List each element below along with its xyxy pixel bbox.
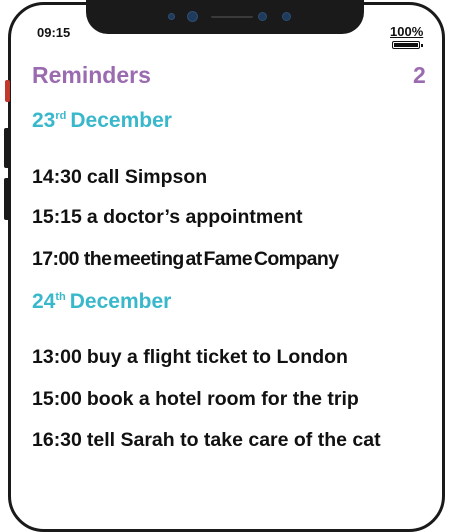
battery-full-icon bbox=[392, 41, 423, 49]
mute-switch bbox=[5, 80, 10, 102]
date-header: 24th December bbox=[32, 290, 172, 313]
reminder-task: buy a flight ticket to London bbox=[86, 346, 348, 368]
reminder-time: 17:00 bbox=[32, 248, 79, 270]
reminder-time: 15:00 bbox=[32, 388, 82, 410]
reminder-item[interactable]: 17:00 the meeting at Fame Company bbox=[32, 248, 432, 271]
reminder-task: call Simpson bbox=[86, 166, 208, 188]
notch bbox=[86, 0, 364, 34]
reminder-item[interactable]: 15:15 a doctor’s appointment bbox=[32, 206, 432, 229]
reminder-time: 15:15 bbox=[32, 206, 82, 228]
sensor-icon bbox=[282, 12, 291, 21]
reminder-time: 14:30 bbox=[32, 166, 82, 188]
reminder-task: tell Sarah to take care of the cat bbox=[86, 429, 381, 451]
reminder-task: book a hotel room for the trip bbox=[86, 388, 359, 410]
reminder-time: 16:30 bbox=[32, 429, 82, 451]
date-header: 23rd December bbox=[32, 109, 172, 132]
front-camera-icon bbox=[168, 13, 175, 20]
sensor-icon bbox=[258, 12, 267, 21]
page-title: Reminders bbox=[32, 62, 151, 88]
reminder-item[interactable]: 14:30 call Simpson bbox=[32, 166, 432, 189]
reminder-time: 13:00 bbox=[32, 346, 82, 368]
reminder-item[interactable]: 15:00 book a hotel room for the trip bbox=[32, 388, 432, 411]
status-time: 09:15 bbox=[37, 25, 71, 40]
battery-percentage: 100% bbox=[390, 24, 424, 39]
front-camera-icon bbox=[187, 11, 198, 22]
reminder-task: the meeting at Fame Company bbox=[83, 248, 339, 270]
reminder-task: a doctor’s appointment bbox=[86, 206, 303, 228]
reminder-item[interactable]: 13:00 buy a flight ticket to London bbox=[32, 346, 432, 369]
speaker-grille bbox=[211, 16, 253, 18]
reminder-item[interactable]: 16:30 tell Sarah to take care of the cat bbox=[32, 423, 432, 457]
reminder-count-badge: 2 bbox=[413, 62, 426, 88]
volume-up-button bbox=[4, 128, 10, 168]
volume-down-button bbox=[4, 178, 10, 220]
